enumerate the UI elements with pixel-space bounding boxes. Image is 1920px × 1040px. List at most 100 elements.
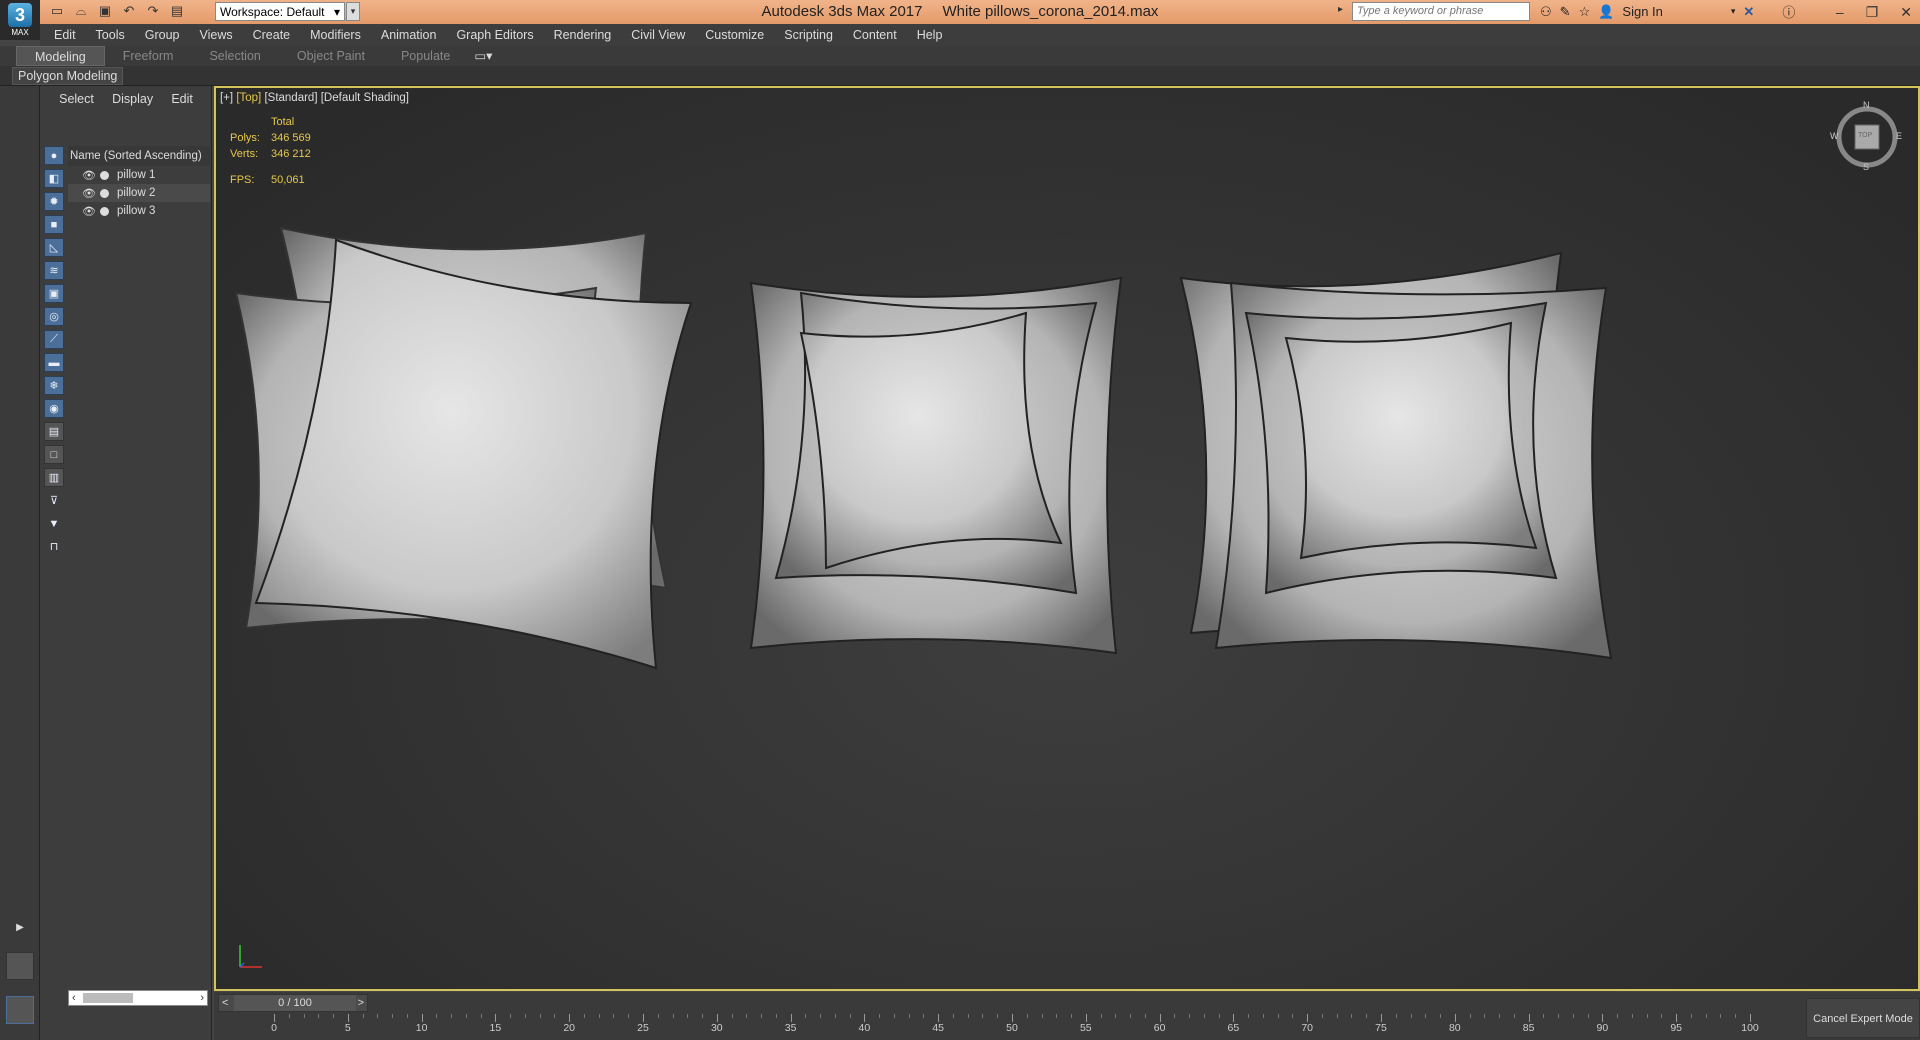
next-frame-icon[interactable]: > (358, 997, 364, 1009)
tab-modeling[interactable]: Modeling (16, 46, 105, 66)
visibility-eye-icon[interactable]: 👁 (82, 187, 96, 200)
shapes-filter-icon[interactable]: ◧ (44, 169, 64, 188)
timeline-minor-tick (1484, 1014, 1486, 1018)
cameras-filter-icon[interactable]: ■ (44, 215, 64, 234)
menu-edit[interactable]: Edit (44, 28, 86, 42)
polygon-modeling-panel[interactable]: Polygon Modeling (12, 67, 124, 85)
search-expand-icon[interactable]: ▸ (1338, 4, 1343, 15)
viewport-top[interactable]: [+] [Top] [Standard] [Default Shading] T… (214, 86, 1920, 991)
column-header[interactable]: Name (Sorted Ascending) (68, 146, 210, 166)
workspace-menu-button[interactable]: ▾ (346, 2, 360, 21)
menu-content[interactable]: Content (843, 28, 907, 42)
favorites-star-icon[interactable]: ☆ (1579, 4, 1591, 20)
search-input[interactable]: Type a keyword or phrase (1352, 2, 1530, 21)
containers-filter-icon[interactable]: ▬ (44, 353, 64, 372)
timeline-minor-tick (775, 1014, 777, 1018)
geometry-filter-icon[interactable]: ● (44, 146, 64, 165)
viewport-layout-thumb-2[interactable] (6, 996, 34, 1024)
menu-scripting[interactable]: Scripting (774, 28, 843, 42)
tree-row[interactable]: 👁 pillow 2 (68, 184, 210, 202)
menu-views[interactable]: Views (189, 28, 242, 42)
invert-display-icon[interactable]: ▥ (44, 468, 64, 487)
subscription-icon[interactable]: ✎ (1560, 4, 1571, 20)
timeline-minor-tick (1587, 1014, 1589, 1018)
filter-off-icon[interactable]: ⊽ (44, 491, 64, 510)
open-file-icon[interactable]: ⌓ (72, 2, 90, 20)
pillow-2c[interactable] (799, 311, 1063, 570)
horizontal-scrollbar[interactable]: ‹ › (68, 990, 208, 1006)
visibility-eye-icon[interactable]: 👁 (82, 169, 96, 182)
help-icon[interactable]: ⓘ (1782, 2, 1795, 21)
frame-counter[interactable]: 0 / 100 (234, 995, 356, 1011)
spacewarps-filter-icon[interactable]: ≋ (44, 261, 64, 280)
sign-in-button[interactable]: Sign In (1622, 4, 1662, 19)
save-icon[interactable]: ▣ (96, 2, 114, 20)
tab-select[interactable]: Select (59, 92, 94, 106)
menu-graph-editors[interactable]: Graph Editors (446, 28, 543, 42)
binoculars-icon[interactable]: ⚇ (1540, 4, 1552, 20)
menu-rendering[interactable]: Rendering (544, 28, 622, 42)
cancel-expert-mode-button[interactable]: Cancel Expert Mode (1806, 998, 1920, 1038)
time-slider[interactable]: < 0 / 100 > (218, 994, 368, 1012)
menu-tools[interactable]: Tools (86, 28, 135, 42)
app-logo[interactable]: 3 MAX (0, 0, 40, 40)
display-all-icon[interactable]: ▤ (44, 422, 64, 441)
frame-ruler[interactable]: 0 5 10 15 20 25 30 35 40 45 50 55 60 65 70 75 80 85 90 95 10… (268, 1014, 1920, 1038)
xrefs-filter-icon[interactable]: ◎ (44, 307, 64, 326)
tab-edit[interactable]: Edit (171, 92, 193, 106)
close-icon[interactable]: ✕ (1900, 4, 1912, 21)
timeline-minor-tick (1026, 1014, 1028, 1018)
tree-row[interactable]: 👁 pillow 3 (68, 202, 210, 220)
restore-icon[interactable]: ❐ (1866, 4, 1879, 21)
exchange-x-icon[interactable]: ✕ (1743, 4, 1754, 20)
lights-filter-icon[interactable]: ✹ (44, 192, 64, 211)
new-file-icon[interactable]: ▭ (48, 2, 66, 20)
tab-populate[interactable]: Populate (383, 46, 468, 66)
menu-civil-view[interactable]: Civil View (621, 28, 695, 42)
timeline-minor-tick (362, 1014, 364, 1018)
scroll-thumb[interactable] (83, 993, 133, 1003)
bones-filter-icon[interactable]: ⟋ (44, 330, 64, 349)
menu-modifiers[interactable]: Modifiers (300, 28, 371, 42)
tab-freeform[interactable]: Freeform (105, 46, 192, 66)
timeline-tick-label: 5 (344, 1022, 351, 1034)
chevron-down-icon[interactable]: ▾ (1731, 6, 1736, 17)
display-none-icon[interactable]: □ (44, 445, 64, 464)
expand-panel-button[interactable]: ▶ (10, 918, 30, 938)
render-toggle-icon[interactable] (100, 206, 109, 216)
viewcube[interactable]: N S E W TOP (1830, 100, 1902, 172)
hidden-filter-icon[interactable]: ◉ (44, 399, 64, 418)
prev-frame-icon[interactable]: < (222, 997, 228, 1009)
render-toggle-icon[interactable] (100, 188, 109, 198)
tab-object-paint[interactable]: Object Paint (279, 46, 383, 66)
minimize-icon[interactable]: – (1836, 4, 1844, 20)
workspace-dropdown[interactable]: Workspace: Default ▾ (215, 2, 345, 21)
tree-row[interactable]: 👁 pillow 1 (68, 166, 210, 184)
scroll-right-icon[interactable]: › (200, 992, 204, 1004)
helpers-filter-icon[interactable]: ◺ (44, 238, 64, 257)
undo-icon[interactable]: ↶ (120, 2, 138, 20)
groups-filter-icon[interactable]: ▣ (44, 284, 64, 303)
project-folder-icon[interactable]: ▤ (168, 2, 186, 20)
menu-group[interactable]: Group (135, 28, 190, 42)
timeline-tick-label: 15 (489, 1022, 502, 1034)
tab-display[interactable]: Display (112, 92, 153, 106)
filter-icon[interactable]: ▼ (44, 514, 64, 533)
menu-animation[interactable]: Animation (371, 28, 447, 42)
pillow-3d[interactable] (1284, 321, 1538, 560)
scroll-left-icon[interactable]: ‹ (72, 992, 76, 1004)
timeline-minor-tick (731, 1014, 733, 1018)
render-toggle-icon[interactable] (100, 170, 109, 180)
menu-create[interactable]: Create (243, 28, 301, 42)
ribbon-options-icon[interactable]: ▭▾ (468, 46, 498, 66)
redo-icon[interactable]: ↷ (144, 2, 162, 20)
viewport-layout-thumb-1[interactable] (6, 952, 34, 980)
layer-icon[interactable]: ⊓ (44, 537, 64, 556)
viewcube-face[interactable]: TOP (1858, 132, 1872, 139)
menu-help[interactable]: Help (907, 28, 953, 42)
menu-bar: Edit Tools Group Views Create Modifiers … (40, 24, 1920, 46)
frozen-filter-icon[interactable]: ❄ (44, 376, 64, 395)
menu-customize[interactable]: Customize (695, 28, 774, 42)
tab-selection[interactable]: Selection (191, 46, 278, 66)
visibility-eye-icon[interactable]: 👁 (82, 205, 96, 218)
